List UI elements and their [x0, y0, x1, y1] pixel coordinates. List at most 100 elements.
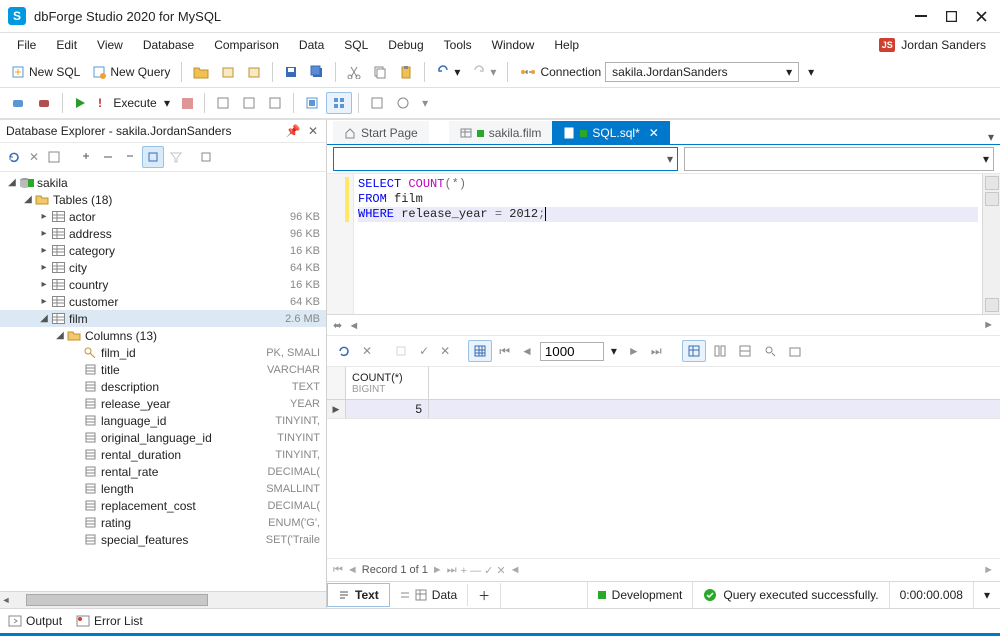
new-window-icon[interactable] [44, 147, 64, 167]
tree-row[interactable]: titleVARCHAR [0, 361, 326, 378]
tb-d[interactable] [300, 93, 324, 113]
tb-h[interactable]: ▾ [417, 93, 433, 113]
tree-row[interactable]: release_yearYEAR [0, 395, 326, 412]
results-edit-icon[interactable] [390, 341, 412, 361]
maximize-button[interactable] [944, 9, 958, 23]
tab-start-page[interactable]: Start Page [333, 121, 429, 144]
tab-sql[interactable]: SQL.sql*✕ [552, 121, 669, 144]
new-query-button[interactable]: New Query [87, 62, 175, 82]
results-refresh-icon[interactable] [333, 341, 355, 361]
editor-v-scrollbar[interactable] [982, 174, 1000, 314]
db-conn-icon[interactable] [6, 93, 30, 113]
error-list-tab[interactable]: Error List [76, 614, 143, 628]
database-selector[interactable]: ▾ [333, 147, 678, 171]
menu-file[interactable]: File [8, 35, 45, 55]
tree-row[interactable]: ◢Tables (18) [0, 191, 326, 208]
nav-prev-icon[interactable]: ◄ [347, 564, 358, 576]
tree-row[interactable]: film_idPK, SMALI [0, 344, 326, 361]
menu-data[interactable]: Data [290, 35, 333, 55]
menu-edit[interactable]: Edit [47, 35, 86, 55]
options-icon[interactable] [196, 147, 216, 167]
page-first-icon[interactable]: ⏮ [495, 341, 514, 362]
menu-window[interactable]: Window [483, 35, 544, 55]
connection-selector[interactable]: Connection sakila.JordanSanders▾ ▾ [520, 62, 819, 82]
user-account[interactable]: JS Jordan Sanders [873, 36, 992, 54]
tb-e[interactable] [326, 92, 352, 114]
stop-button[interactable] [177, 95, 198, 112]
menu-debug[interactable]: Debug [379, 35, 432, 55]
collapse-icon[interactable] [76, 147, 96, 167]
refresh-icon[interactable] [4, 147, 24, 167]
add-view-button[interactable]: ＋ [468, 583, 501, 608]
results-rollback-icon[interactable]: ✕ [436, 341, 454, 361]
grid-mode-icon[interactable] [468, 340, 492, 362]
redo-button[interactable]: ▾ [467, 62, 501, 82]
close-button[interactable] [974, 9, 988, 23]
tree-row[interactable]: ◢ sakila [0, 174, 326, 191]
menu-view[interactable]: View [88, 35, 132, 55]
page-prev-icon[interactable]: ◄ [517, 341, 537, 361]
undo-button[interactable]: ▾ [431, 62, 465, 82]
output-panel-tab[interactable]: Output [8, 614, 62, 628]
tree-row[interactable]: descriptionTEXT [0, 378, 326, 395]
toolbar-btn-1[interactable] [216, 62, 240, 82]
tree-row[interactable]: ◢Columns (13) [0, 327, 326, 344]
tb-f[interactable] [365, 93, 389, 113]
tb-c[interactable] [263, 93, 287, 113]
tree-row[interactable]: replacement_costDECIMAL( [0, 497, 326, 514]
results-cancel-icon[interactable]: ✕ [358, 341, 376, 361]
open-button[interactable] [188, 62, 214, 82]
grid-row[interactable]: ▶ 5 [327, 400, 1000, 419]
footer-dropdown[interactable]: ▾ [973, 582, 1000, 608]
pin-icon[interactable]: 📌 [286, 124, 300, 138]
menu-database[interactable]: Database [134, 35, 203, 55]
menu-sql[interactable]: SQL [335, 35, 377, 55]
page-dd[interactable]: ▾ [607, 341, 621, 361]
view-pivot-icon[interactable] [734, 341, 756, 361]
save-all-button[interactable] [305, 62, 329, 82]
tb-b[interactable] [237, 93, 261, 113]
tree-row[interactable]: ratingENUM('G', [0, 514, 326, 531]
grid-cell[interactable]: 5 [346, 400, 429, 418]
db-disc-icon[interactable] [32, 93, 56, 113]
menu-comparison[interactable]: Comparison [205, 35, 288, 55]
connection-ext-button[interactable]: ▾ [803, 62, 819, 82]
editor-splitter[interactable]: ⬌ ◄► [327, 315, 1000, 336]
tree-row[interactable]: ▸country16 KB [0, 276, 326, 293]
explorer-tree[interactable]: ◢ sakila◢Tables (18)▸actor96 KB▸address9… [0, 172, 326, 591]
page-size-input[interactable] [540, 342, 604, 361]
results-grid[interactable]: COUNT(*)BIGINT ▶ 5 [327, 367, 1000, 558]
tree-row[interactable]: rental_rateDECIMAL( [0, 463, 326, 480]
tabs-overflow-button[interactable]: ▾ [982, 130, 1000, 144]
view-data-tab[interactable]: Data [390, 584, 468, 606]
results-commit-icon[interactable]: ✓ [415, 341, 433, 361]
view-text-tab[interactable]: Text [327, 583, 390, 607]
execute-button[interactable]: ! Execute ▾ [93, 93, 175, 113]
menu-tools[interactable]: Tools [435, 35, 481, 55]
tree-row[interactable]: special_featuresSET('Traile [0, 531, 326, 548]
copy-button[interactable] [368, 62, 392, 82]
nav-first-icon[interactable]: ⏮ [333, 564, 343, 577]
filter-icon[interactable] [166, 147, 186, 167]
cut-button[interactable] [342, 62, 366, 82]
toolbar-btn-2[interactable] [242, 62, 266, 82]
minimize-button[interactable] [914, 9, 928, 23]
tree-row[interactable]: ◢film2.6 MB [0, 310, 326, 327]
tab-sakila-film[interactable]: sakila.film [449, 121, 553, 144]
schema-selector[interactable]: ▾ [684, 147, 994, 171]
tree-row[interactable]: original_language_idTINYINT [0, 429, 326, 446]
view-export-icon[interactable] [784, 341, 806, 361]
tree-row[interactable]: ▸address96 KB [0, 225, 326, 242]
tree-row[interactable]: ▸category16 KB [0, 242, 326, 259]
tree-row[interactable]: rental_durationTINYINT, [0, 446, 326, 463]
delete-icon[interactable]: ✕ [26, 147, 42, 167]
tb-a[interactable] [211, 93, 235, 113]
save-button[interactable] [279, 62, 303, 82]
new-sql-button[interactable]: New SQL [6, 62, 85, 82]
tree-row[interactable]: lengthSMALLINT [0, 480, 326, 497]
explorer-close-icon[interactable]: ✕ [306, 124, 320, 138]
grid-col-header[interactable]: COUNT(*)BIGINT [346, 367, 429, 399]
menu-help[interactable]: Help [545, 35, 588, 55]
nav-next-icon[interactable]: ► [432, 564, 443, 576]
sql-editor[interactable]: SELECT COUNT(*) FROM film WHERE release_… [327, 174, 1000, 315]
